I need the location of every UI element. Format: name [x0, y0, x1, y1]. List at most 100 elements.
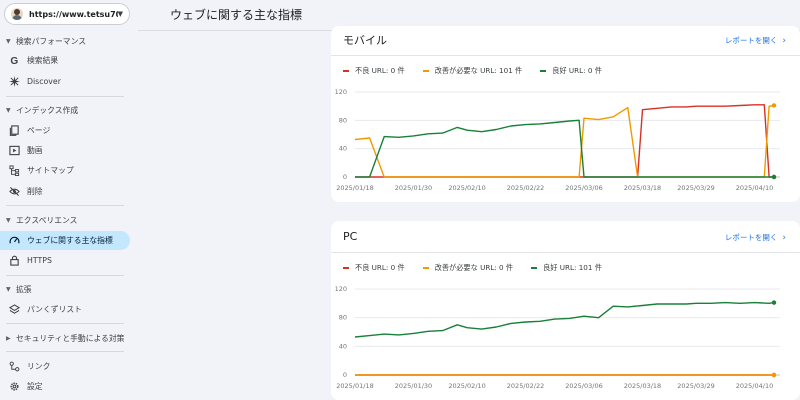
caret-down-icon: ▼: [117, 10, 123, 18]
x-tick-label: 2025/04/10: [736, 382, 773, 390]
x-tick-label: 2025/03/29: [677, 382, 714, 390]
x-tick-label: 2025/01/18: [336, 184, 373, 192]
divider: [6, 275, 124, 276]
sidebar-item-label: HTTPS: [27, 256, 52, 265]
legend: 不良 URL: 0 件 改善が必要な URL: 101 件 良好 URL: 0 …: [343, 66, 620, 76]
y-tick-label: 80: [339, 116, 347, 124]
legend-swatch: [422, 267, 429, 269]
sidebar-item-removals[interactable]: 削除: [0, 182, 130, 201]
sidebar: https://www.tetsu7017... ▼ ▼ 検索パフォーマンス G…: [0, 0, 138, 400]
removal-icon: [8, 186, 20, 198]
x-tick-label: 2025/02/22: [507, 184, 544, 192]
series-end-point: [771, 372, 777, 378]
sidebar-item-label: パンくずリスト: [27, 305, 82, 314]
x-tick-label: 2025/01/18: [336, 382, 373, 390]
y-tick-label: 120: [335, 88, 347, 96]
legend-item-needs-improvement[interactable]: 改善が必要な URL: 101 件: [422, 66, 523, 76]
sidebar-item-sitemap[interactable]: サイトマップ: [0, 161, 130, 180]
section-label: 拡張: [16, 284, 32, 294]
sidebar-item-video[interactable]: 動画: [0, 141, 130, 160]
card-title: モバイル: [343, 34, 387, 47]
svg-text:G: G: [10, 56, 18, 66]
section-label: 検索パフォーマンス: [16, 36, 87, 46]
google-g-icon: G: [8, 55, 20, 67]
legend-label: 不良 URL: 0 件: [355, 263, 405, 272]
lock-icon: [8, 255, 20, 267]
layers-icon: [8, 304, 20, 316]
legend: 不良 URL: 0 件 改善が必要な URL: 0 件 良好 URL: 101 …: [343, 263, 620, 273]
sidebar-item-pages[interactable]: ページ: [0, 121, 130, 140]
open-report-link[interactable]: レポートを開く ›: [725, 232, 786, 243]
sidebar-item-label: ページ: [27, 126, 51, 135]
sidebar-item-https[interactable]: HTTPS: [0, 251, 130, 270]
expand-triangle-icon: ▶: [6, 334, 11, 342]
sidebar-item-label: 検索結果: [27, 56, 59, 65]
x-tick-label: 2025/04/10: [736, 184, 773, 192]
series-line: [355, 104, 774, 178]
x-tick-label: 2025/01/30: [395, 184, 432, 192]
legend-item-needs-improvement[interactable]: 改善が必要な URL: 0 件: [422, 263, 514, 273]
x-tick-label: 2025/03/18: [624, 184, 661, 192]
sidebar-item-search-results[interactable]: G 検索結果: [0, 51, 130, 70]
legend-label: 良好 URL: 0 件: [552, 66, 602, 75]
divider: [6, 351, 124, 352]
x-tick-label: 2025/03/29: [677, 184, 714, 192]
section-label: セキュリティと手動による対策: [16, 333, 125, 343]
section-security-manual-actions[interactable]: ▶ セキュリティと手動による対策: [0, 330, 138, 346]
divider: [6, 323, 124, 324]
legend-item-poor[interactable]: 不良 URL: 0 件: [343, 263, 405, 273]
x-tick-label: 2025/02/10: [448, 382, 485, 390]
card-title: PC: [343, 230, 358, 243]
links-icon: [8, 361, 20, 373]
open-report-label: レポートを開く: [724, 36, 778, 45]
page-title: ウェブに関する主な指標: [170, 8, 303, 22]
legend-label: 不良 URL: 0 件: [355, 66, 405, 75]
open-report-label: レポートを開く: [724, 233, 778, 242]
sitemap-icon: [8, 165, 20, 177]
sidebar-item-label: サイトマップ: [27, 166, 74, 175]
y-tick-label: 80: [339, 314, 347, 322]
series-end-point: [771, 174, 777, 180]
legend-swatch: [343, 267, 349, 269]
legend-item-good[interactable]: 良好 URL: 0 件: [540, 66, 602, 76]
sidebar-item-core-web-vitals[interactable]: ウェブに関する主な指標: [0, 231, 130, 250]
y-tick-label: 120: [335, 285, 347, 293]
section-experience[interactable]: ▼ エクスペリエンス: [0, 212, 138, 228]
legend-swatch: [540, 70, 547, 72]
pc-card: PC レポートを開く › 不良 URL: 0 件 改善が必要な URL: 0 件…: [331, 221, 800, 400]
sidebar-item-label: 削除: [27, 187, 43, 196]
pages-icon: [8, 125, 20, 137]
section-label: エクスペリエンス: [16, 215, 78, 225]
legend-swatch: [422, 70, 429, 72]
legend-item-poor[interactable]: 不良 URL: 0 件: [343, 66, 405, 76]
legend-swatch: [531, 267, 538, 269]
pc-line-chart: 0 40 80 120 2025/01/18 2025/01/30 2025/02/10 20…: [335, 285, 780, 390]
sidebar-item-discover[interactable]: Discover: [0, 72, 130, 91]
series-line: [354, 301, 775, 338]
video-icon: [8, 145, 20, 157]
open-report-link[interactable]: レポートを開く ›: [725, 35, 786, 46]
card-divider: [331, 252, 800, 253]
legend-label: 改善が必要な URL: 101 件: [434, 66, 523, 75]
section-search-performance[interactable]: ▼ 検索パフォーマンス: [0, 33, 138, 49]
sidebar-item-breadcrumbs[interactable]: パンくずリスト: [0, 300, 130, 319]
x-tick-label: 2025/02/10: [448, 184, 485, 192]
section-indexing[interactable]: ▼ インデックス作成: [0, 102, 138, 118]
legend-item-good[interactable]: 良好 URL: 101 件: [531, 263, 602, 273]
series-end-point: [771, 103, 777, 108]
sidebar-item-label: 設定: [27, 382, 43, 391]
sidebar-item-links[interactable]: リンク: [0, 357, 130, 376]
sidebar-item-label: Discover: [27, 77, 61, 86]
legend-label: 改善が必要な URL: 0 件: [434, 263, 514, 272]
mobile-line-chart: 0 40 80 120 2025/01/18 2025/01/30 2025/02/10 20…: [335, 88, 780, 192]
y-tick-label: 0: [343, 371, 347, 379]
x-tick-label: 2025/03/06: [565, 184, 602, 192]
section-enhancements[interactable]: ▼ 拡張: [0, 281, 138, 297]
sidebar-item-label: ウェブに関する主な指標: [27, 236, 113, 245]
sidebar-item-settings[interactable]: 設定: [0, 377, 130, 396]
divider: [6, 96, 124, 97]
property-url: https://www.tetsu7017...: [29, 9, 118, 19]
x-tick-label: 2025/03/18: [624, 382, 661, 390]
card-divider: [331, 55, 800, 56]
property-selector[interactable]: https://www.tetsu7017... ▼: [4, 3, 130, 25]
